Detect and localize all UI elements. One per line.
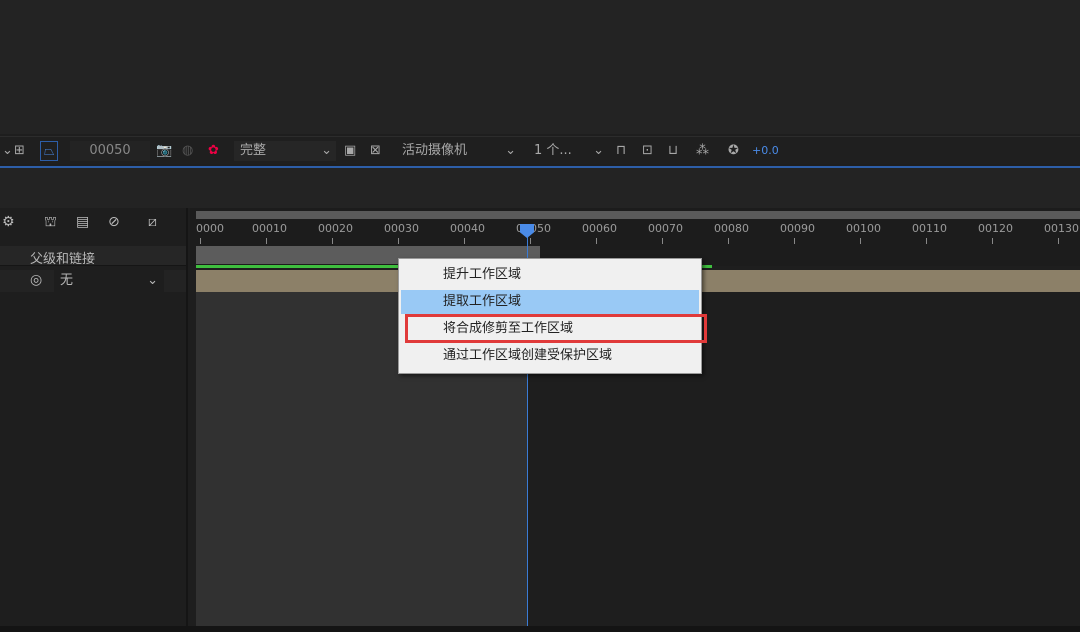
grid-icon[interactable]: ⊞ bbox=[14, 141, 25, 161]
ruler-tick-label: 00090 bbox=[780, 222, 815, 235]
chevron-down-icon: ⌄ bbox=[321, 143, 332, 158]
views-value: 1 个... bbox=[534, 143, 572, 158]
chevron-down-icon: ⌄ bbox=[593, 143, 604, 158]
layer-panel: ⚙ ⛫ ▤ ⊘ ⧄ 父级和链接 ◎ 无 ⌄ bbox=[0, 208, 188, 632]
ruler-tick-label: 00130 bbox=[1044, 222, 1079, 235]
timeline-icon[interactable]: ⊔ bbox=[668, 141, 678, 161]
ruler-tick bbox=[926, 238, 927, 244]
ruler-tick-label: 00040 bbox=[450, 222, 485, 235]
transparency-grid-icon[interactable]: ⊠ bbox=[370, 141, 381, 161]
parent-column-header: 父级和链接 bbox=[30, 252, 96, 267]
ruler-tick-label: 00060 bbox=[582, 222, 617, 235]
ruler-tick bbox=[464, 238, 465, 244]
ruler-tick-label: 00100 bbox=[846, 222, 881, 235]
timeline-panel-header bbox=[0, 168, 1080, 208]
ruler-tick bbox=[332, 238, 333, 244]
ruler-tick-label: 00120 bbox=[978, 222, 1013, 235]
ruler-tick bbox=[860, 238, 861, 244]
3d-draft-icon[interactable]: ⚙ bbox=[2, 214, 15, 230]
ruler-tick-label: 0000 bbox=[196, 222, 224, 235]
flowchart-icon[interactable]: ⁂ bbox=[696, 141, 709, 161]
parent-value: 无 bbox=[60, 273, 74, 288]
bottom-bar bbox=[0, 626, 1080, 632]
composition-viewer bbox=[0, 0, 1080, 134]
ruler-tick bbox=[1058, 238, 1059, 244]
ruler-tick-label: 00030 bbox=[384, 222, 419, 235]
ruler-tick bbox=[728, 238, 729, 244]
ruler-tick bbox=[266, 238, 267, 244]
pick-whip-icon[interactable]: ◎ bbox=[30, 272, 42, 288]
exposure-reset-icon[interactable]: ✪ bbox=[728, 141, 739, 161]
ruler-tick-label: 00110 bbox=[912, 222, 947, 235]
chevron-icon[interactable]: ⌄ bbox=[2, 141, 13, 161]
menu-item[interactable]: 提升工作区域 bbox=[401, 263, 699, 287]
resolution-value: 完整 bbox=[240, 143, 267, 158]
annotation-box bbox=[405, 314, 707, 343]
camera-snapshot-icon[interactable]: 📷 bbox=[156, 141, 172, 161]
viewer-toolbar: ⌄ ⊞ ⏢ 00050 📷 ◍ ✿ 完整 ⌄ ▣ ⊠ 活动摄像机 ⌄ 1 个... ⌄… bbox=[0, 136, 1080, 164]
frame-field[interactable]: 00050 bbox=[70, 141, 150, 161]
column-header: 父级和链接 bbox=[0, 246, 186, 267]
ruler-tick bbox=[398, 238, 399, 244]
resolution-dropdown[interactable]: 完整 ⌄ bbox=[234, 141, 336, 161]
motion-blur-icon[interactable]: ⛫ bbox=[44, 214, 57, 232]
ruler-tick-label: 00080 bbox=[714, 222, 749, 235]
chevron-down-icon: ⌄ bbox=[505, 143, 516, 158]
ruler-tick-label: 00020 bbox=[318, 222, 353, 235]
ruler-tick-label: 00010 bbox=[252, 222, 287, 235]
views-dropdown[interactable]: 1 个... ⌄ bbox=[528, 141, 608, 161]
toggle-pixel-aspect-icon[interactable]: ⊓ bbox=[616, 141, 626, 161]
mask-icon[interactable]: ⏢ bbox=[40, 141, 59, 161]
ruler-tick bbox=[794, 238, 795, 244]
ruler-tick bbox=[662, 238, 663, 244]
color-channels-icon[interactable]: ✿ bbox=[208, 141, 219, 161]
chevron-down-icon: ⌄ bbox=[147, 273, 158, 288]
parent-dropdown[interactable]: 无 ⌄ bbox=[54, 270, 164, 292]
shy-layers-icon[interactable]: ⊘ bbox=[108, 214, 120, 230]
menu-item[interactable]: 通过工作区域创建受保护区域 bbox=[401, 344, 699, 368]
camera-dropdown[interactable]: 活动摄像机 ⌄ bbox=[396, 141, 520, 161]
frame-blending-icon[interactable]: ▤ bbox=[76, 214, 89, 230]
menu-item[interactable]: 提取工作区域 bbox=[401, 290, 699, 314]
ruler-tick bbox=[992, 238, 993, 244]
ruler-tick bbox=[530, 238, 531, 244]
graph-editor-icon[interactable]: ⧄ bbox=[148, 214, 157, 230]
fast-preview-icon[interactable]: ⊡ bbox=[642, 141, 653, 161]
exposure-value[interactable]: +0.0 bbox=[752, 141, 779, 161]
show-snapshot-icon[interactable]: ◍ bbox=[182, 141, 193, 161]
camera-value: 活动摄像机 bbox=[402, 143, 468, 158]
ruler-tick bbox=[200, 238, 201, 244]
region-of-interest-icon[interactable]: ▣ bbox=[344, 141, 356, 161]
ruler-tick bbox=[596, 238, 597, 244]
layer-row: ◎ 无 ⌄ bbox=[0, 270, 186, 292]
navigator-bar[interactable] bbox=[196, 211, 1080, 219]
ruler-tick-label: 00070 bbox=[648, 222, 683, 235]
